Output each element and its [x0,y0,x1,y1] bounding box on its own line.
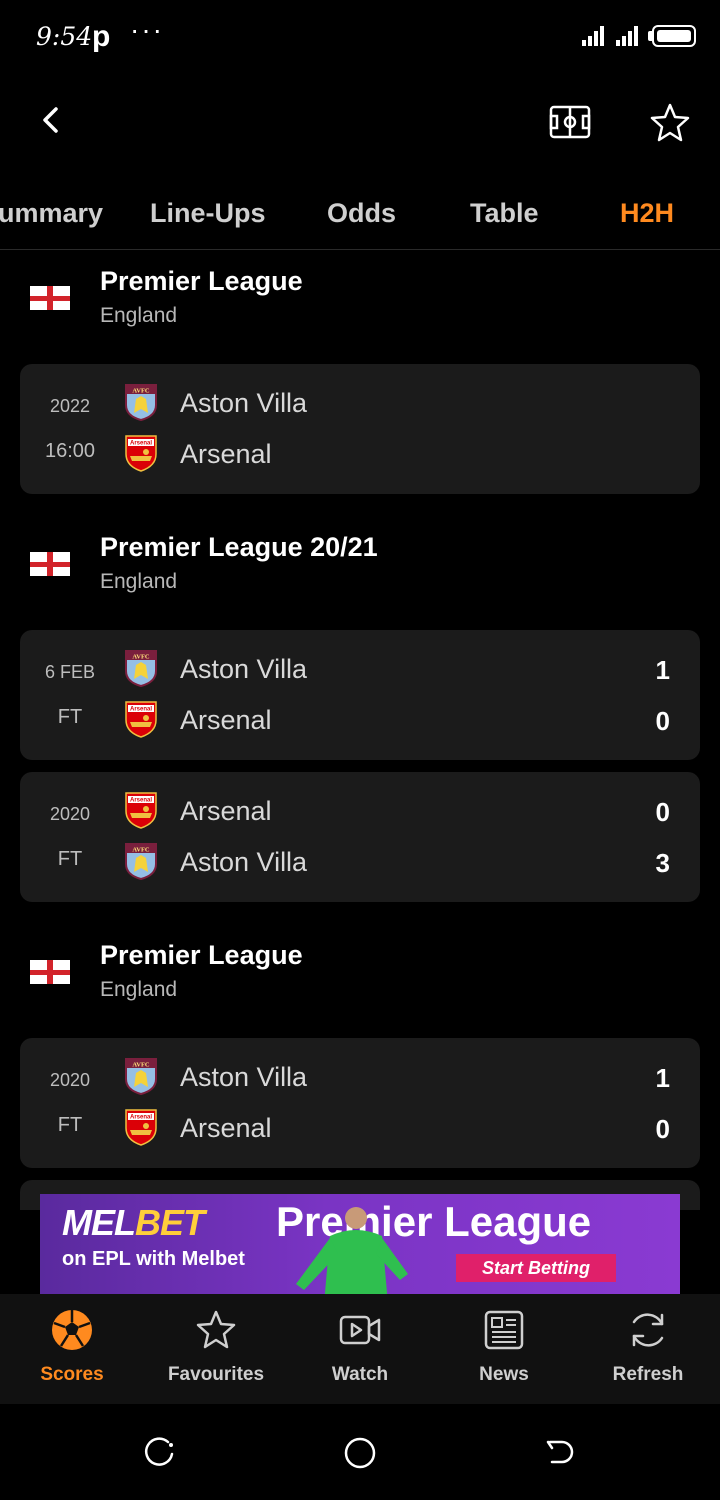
away-score: 3 [655,848,670,878]
league-country: England [100,978,178,1001]
video-icon [339,1315,381,1345]
system-navigation-bar [0,1404,720,1500]
tab-odds[interactable]: Odds [327,198,396,229]
newspaper-icon [484,1310,524,1350]
league-country: England [100,304,178,327]
ad-cta-button[interactable]: Start Betting [456,1254,616,1282]
away-team: Arsenal [180,439,272,469]
match-status: FT [57,848,83,870]
favourite-button[interactable] [646,100,694,144]
league-header: Premier League 20/21 England [0,532,720,622]
svg-text:AVFC: AVFC [132,1062,150,1069]
home-score: 1 [655,655,670,685]
aston-villa-crest-icon: AVFC [125,843,157,880]
arsenal-crest-icon: Arsenal [125,1109,157,1146]
app-notification-icon: p [92,20,111,53]
away-team: Aston Villa [180,847,308,877]
nav-label: Favourites [167,1364,265,1385]
home-team: Aston Villa [180,1062,308,1092]
svg-text:Arsenal: Arsenal [130,798,152,804]
star-icon [650,103,690,142]
away-score: 0 [655,1114,670,1144]
home-team: Aston Villa [180,388,308,418]
away-team: Arsenal [180,1113,272,1143]
match-date: 2020 [49,1070,91,1090]
back-arrow-icon [43,107,58,133]
league-name: Premier League [100,266,303,296]
away-team: Arsenal [180,705,272,735]
svg-text:Arsenal: Arsenal [130,707,152,713]
arsenal-crest-icon: Arsenal [125,792,157,829]
aston-villa-crest-icon: AVFC [125,384,157,421]
match-date: 2022 [49,396,91,416]
back-icon[interactable] [544,1436,576,1468]
pitch-view-button[interactable] [546,100,594,144]
ad-subline: on EPL with Melbet [62,1248,245,1270]
match-row[interactable]: 6 FEB FT AVFC Arsenal Aston Villa Arsena… [20,630,700,760]
home-score: 1 [655,1063,670,1093]
match-row[interactable]: 2022 16:00 AVFC Arsenal Aston Villa Arse… [20,364,700,494]
top-bar [0,72,720,172]
nav-label: Scores [40,1364,104,1385]
ad-player-image [296,1207,408,1294]
ad-banner[interactable]: MELBET on EPL with Melbet Premier League… [40,1194,680,1294]
status-bar: 9:54 p ··· [0,0,720,72]
nav-news[interactable]: News [432,1294,576,1404]
svg-text:AVFC: AVFC [132,654,150,661]
soccer-ball-icon [52,1310,92,1350]
tab-h2h[interactable]: H2H [620,198,674,229]
arsenal-crest-icon: Arsenal [125,435,157,472]
match-tabs: ummary Line-Ups Odds Table H2H [0,180,720,250]
more-notifications-icon: ··· [130,14,164,45]
home-icon[interactable] [343,1436,377,1470]
nav-label: News [479,1364,529,1385]
match-date: 6 FEB [44,662,96,682]
home-team: Arsenal [180,796,272,826]
match-row[interactable]: 2020 FT Arsenal AVFC Arsenal Aston Villa… [20,772,700,902]
bottom-nav: Scores Favourites Watch News Refresh [0,1294,720,1404]
england-flag-icon [30,552,70,576]
nav-label: Refresh [612,1364,684,1385]
nav-favourites[interactable]: Favourites [144,1294,288,1404]
nav-scores[interactable]: Scores [0,1294,144,1404]
svg-text:Arsenal: Arsenal [130,1115,152,1121]
aston-villa-crest-icon: AVFC [125,650,157,687]
england-flag-icon [30,960,70,984]
back-button[interactable] [28,98,72,142]
league-name: Premier League [100,940,303,970]
match-date: 2020 [49,804,91,824]
football-pitch-icon [549,105,591,139]
match-row[interactable]: 2020 FT AVFC Arsenal Aston Villa Arsenal… [20,1038,700,1168]
league-header: Premier League England [0,940,720,1030]
home-score: 0 [655,797,670,827]
star-icon [196,1310,236,1349]
battery-icon [652,25,696,47]
tab-summary[interactable]: ummary [0,198,103,229]
england-flag-icon [30,286,70,310]
away-score: 0 [655,706,670,736]
nav-label: Watch [331,1364,389,1385]
svg-text:AVFC: AVFC [132,388,150,395]
home-team: Aston Villa [180,654,308,684]
tab-table[interactable]: Table [470,198,539,229]
league-country: England [100,570,178,593]
league-name: Premier League 20/21 [100,532,378,562]
signal-icon [582,26,604,46]
signal-2-icon [616,26,638,46]
arsenal-crest-icon: Arsenal [125,701,157,738]
recent-apps-icon[interactable] [144,1436,176,1468]
league-header: Premier League England [0,266,720,356]
aston-villa-crest-icon: AVFC [125,1058,157,1095]
nav-refresh[interactable]: Refresh [576,1294,720,1404]
match-status: 16:00 [44,440,96,462]
svg-text:Arsenal: Arsenal [130,441,152,447]
svg-text:AVFC: AVFC [132,847,150,854]
nav-watch[interactable]: Watch [288,1294,432,1404]
match-status: FT [57,706,83,728]
ad-brand-logo: MELBET [62,1202,205,1243]
status-time: 9:54 [36,22,93,51]
refresh-icon [632,1313,664,1347]
tab-line-ups[interactable]: Line-Ups [150,198,266,229]
match-status: FT [57,1114,83,1136]
